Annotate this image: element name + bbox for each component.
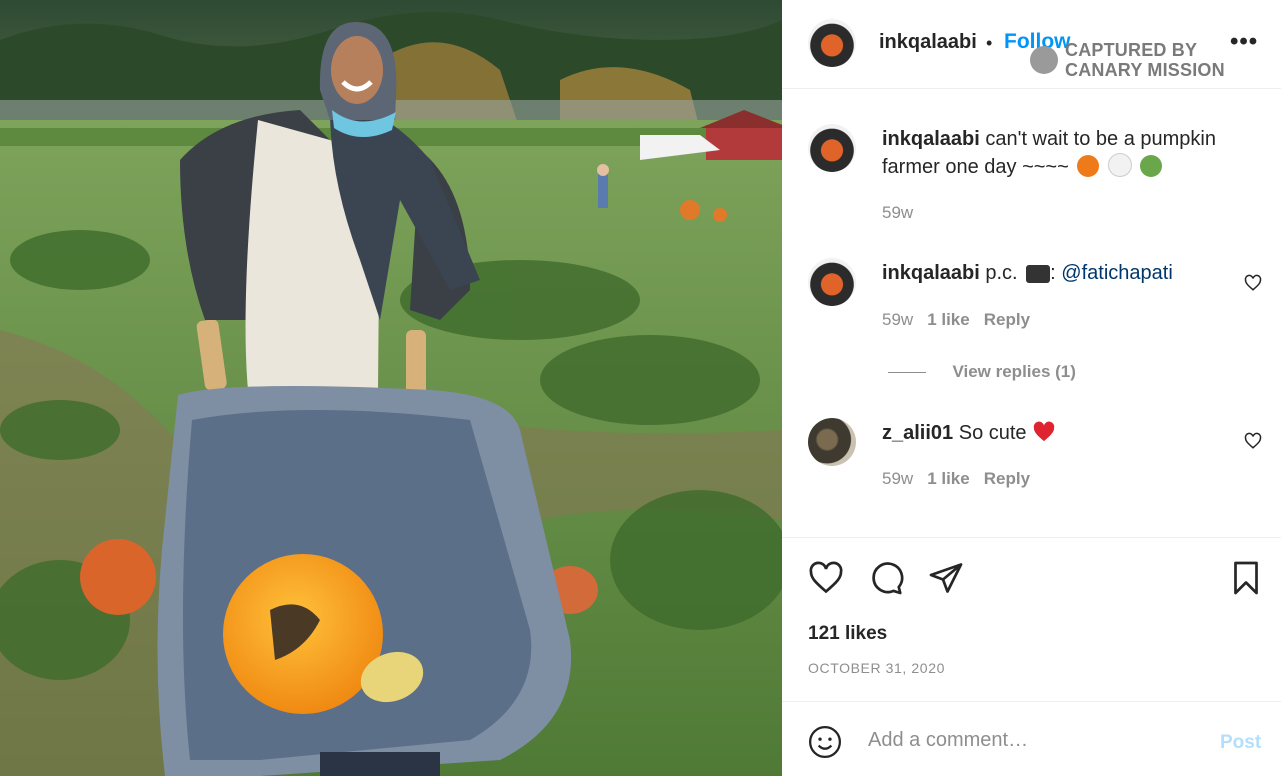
canary-mission-watermark: CAPTURED BY CANARY MISSION xyxy=(1030,40,1225,80)
comment-like-heart-icon[interactable] xyxy=(1244,274,1262,292)
author-username[interactable]: inkqalaabi xyxy=(879,31,977,54)
heart-icon[interactable] xyxy=(808,560,844,596)
bookmark-icon[interactable] xyxy=(1228,560,1264,596)
post-comment-button[interactable]: Post xyxy=(1220,732,1261,754)
post-photo[interactable] xyxy=(0,0,782,776)
watermark-line1: CAPTURED BY xyxy=(1065,40,1198,60)
add-comment-input[interactable] xyxy=(866,728,1190,753)
author-avatar[interactable] xyxy=(808,19,856,67)
comment-likes[interactable]: 1 like xyxy=(927,469,970,488)
comment-meta: 59w 1 like Reply xyxy=(882,469,1030,489)
view-replies-label[interactable]: View replies (1) xyxy=(952,362,1075,381)
comment-meta: 59w 1 like Reply xyxy=(882,310,1030,330)
watermark-logo-icon xyxy=(1030,46,1058,74)
ghost-emoji-icon xyxy=(1107,153,1132,177)
post-date[interactable]: OCTOBER 31, 2020 xyxy=(808,660,945,676)
comment-username[interactable]: z_alii01 xyxy=(882,422,953,444)
header-separator: • xyxy=(986,33,993,53)
more-options-icon[interactable]: ••• xyxy=(1230,28,1258,56)
comment-prefix: p.c. xyxy=(985,262,1024,284)
comment-like-heart-icon[interactable] xyxy=(1244,432,1262,450)
caption-username[interactable]: inkqalaabi xyxy=(882,128,980,150)
likes-count[interactable]: 121 likes xyxy=(808,623,887,645)
replies-divider-line xyxy=(888,372,926,374)
caption-meta: 59w xyxy=(882,203,913,223)
view-replies[interactable]: View replies (1) xyxy=(888,362,1076,382)
post-header: inkqalaabi • Follow CAPTURED BY CANARY M… xyxy=(782,0,1281,89)
comment-suffix: : xyxy=(1050,262,1062,284)
add-comment-bar: Post xyxy=(782,701,1281,777)
comment-username[interactable]: inkqalaabi xyxy=(882,262,980,284)
zombie-emoji-icon xyxy=(1140,155,1163,177)
paper-plane-icon[interactable] xyxy=(928,560,964,596)
comment-icon[interactable] xyxy=(868,560,904,596)
caption-text: inkqalaabi can't wait to be a pumpkin fa… xyxy=(882,126,1262,181)
comment-age[interactable]: 59w xyxy=(882,310,913,329)
comment-text: z_alii01 So cute xyxy=(882,420,1056,447)
caption-avatar[interactable] xyxy=(808,124,856,172)
post-image xyxy=(0,0,782,776)
caption-age[interactable]: 59w xyxy=(882,203,913,222)
commenter-avatar[interactable] xyxy=(808,418,856,466)
comment-body: So cute xyxy=(958,422,1027,444)
watermark-line2: CANARY MISSION xyxy=(1065,60,1225,80)
jack-o-lantern-emoji-icon xyxy=(1077,155,1100,177)
red-heart-emoji-icon xyxy=(1033,421,1055,442)
mention-link[interactable]: @fatichapati xyxy=(1061,262,1172,284)
comment-age[interactable]: 59w xyxy=(882,469,913,488)
smiley-icon[interactable] xyxy=(808,725,842,759)
camera-emoji-icon xyxy=(1026,265,1051,283)
reply-button[interactable]: Reply xyxy=(984,469,1030,488)
reply-button[interactable]: Reply xyxy=(984,310,1030,329)
commenter-avatar[interactable] xyxy=(808,258,856,306)
post-actions: 121 likes OCTOBER 31, 2020 xyxy=(782,537,1281,702)
comment-likes[interactable]: 1 like xyxy=(927,310,970,329)
post-side-panel: inkqalaabi • Follow CAPTURED BY CANARY M… xyxy=(782,0,1281,776)
comment-text: inkqalaabi p.c. : @fatichapati xyxy=(882,260,1173,287)
